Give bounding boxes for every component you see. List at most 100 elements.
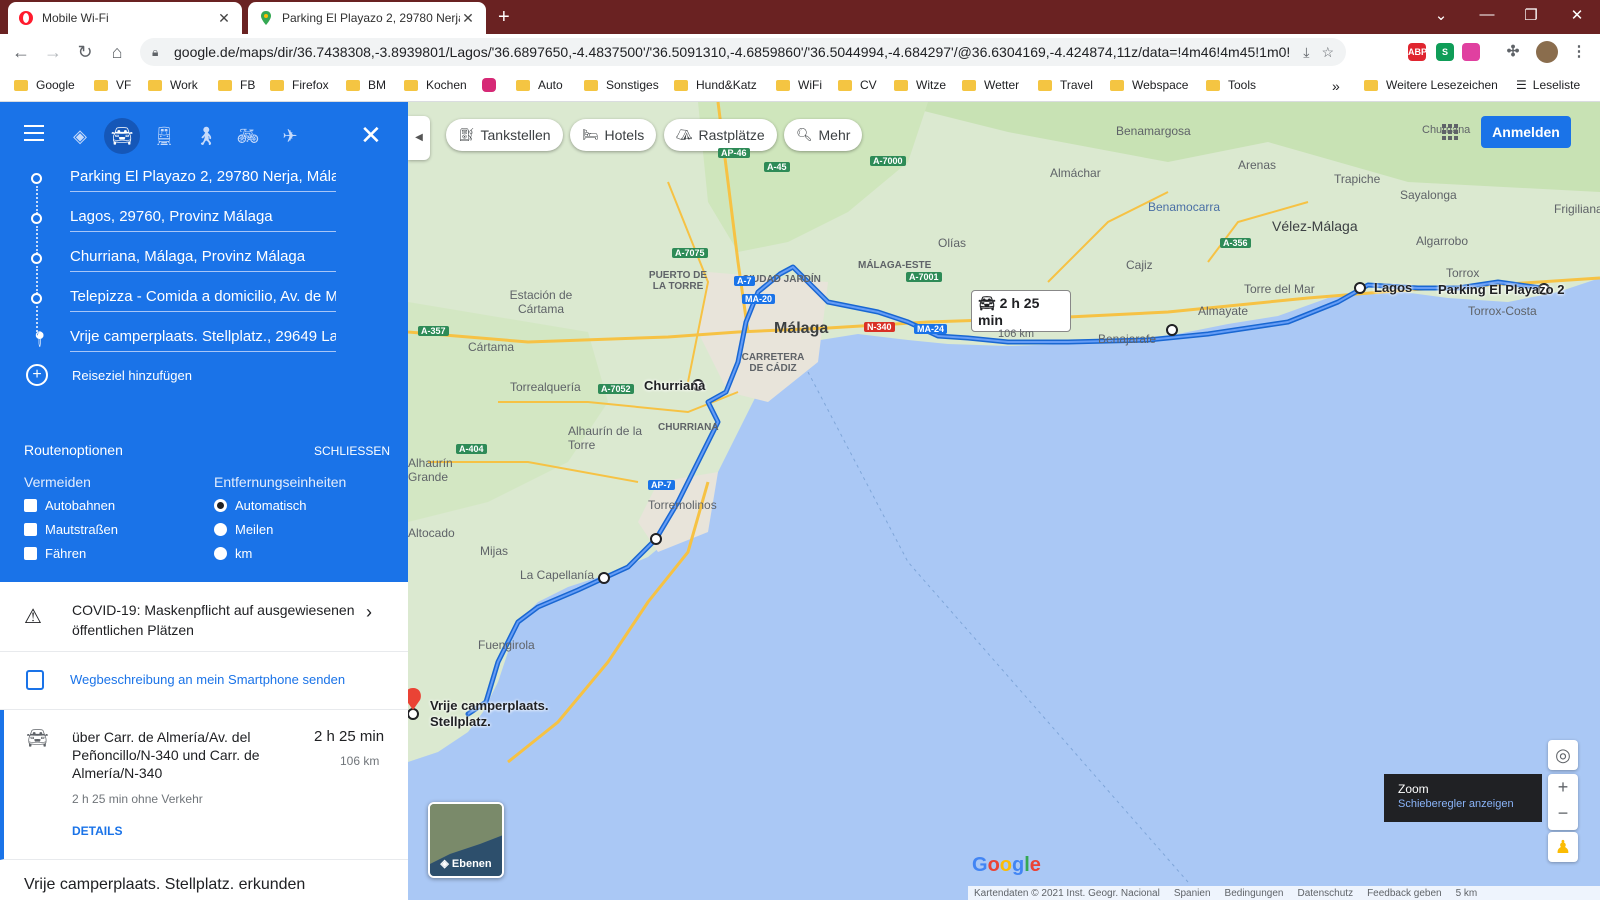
home-icon[interactable]: ⌂ bbox=[106, 41, 128, 63]
place-label: Torre del Mar bbox=[1244, 282, 1315, 296]
zoom-in-icon[interactable]: + bbox=[1548, 774, 1578, 800]
bookmark-witze[interactable]: Witze bbox=[894, 78, 946, 92]
send-to-phone[interactable]: Wegbeschreibung an mein Smartphone sende… bbox=[0, 652, 408, 710]
place-label: Olías bbox=[938, 236, 967, 250]
zoom-out-icon[interactable]: − bbox=[1548, 800, 1578, 826]
flight-icon[interactable]: ✈︎ bbox=[272, 118, 308, 154]
filter-chip-gas[interactable]: ⛽︎ Tankstellen bbox=[446, 119, 563, 151]
add-destination-button[interactable]: + Reiseziel hinzufügen bbox=[26, 364, 192, 386]
tab-mobile-wifi[interactable]: Mobile Wi-Fi ✕ bbox=[8, 2, 242, 34]
covid-notice[interactable]: ⚠︎ COVID-19: Maskenpflicht auf ausgewies… bbox=[0, 582, 408, 652]
minimize-icon[interactable]: — bbox=[1472, 6, 1502, 23]
menu-kebab-icon[interactable]: ⋮ bbox=[1570, 43, 1588, 61]
route-traffic: 2 h 25 min ohne Verkehr bbox=[72, 792, 203, 806]
map-scale[interactable]: 5 km bbox=[1456, 888, 1478, 899]
show-slider-link[interactable]: Schieberegler anzeigen bbox=[1398, 798, 1528, 810]
best-route-icon[interactable]: ◈ bbox=[62, 118, 98, 154]
bookmark-bm[interactable]: BM bbox=[346, 78, 386, 92]
bookmark-work[interactable]: Work bbox=[148, 78, 198, 92]
bookmark-hundkatz[interactable]: Hund&Katz bbox=[674, 78, 757, 92]
bookmark-vf[interactable]: VF bbox=[94, 78, 131, 92]
walk-icon[interactable]: 🚶︎ bbox=[188, 118, 224, 154]
extensions-puzzle-icon[interactable]: ✣ bbox=[1504, 43, 1522, 61]
tab-google-maps[interactable]: Parking El Playazo 2, 29780 Nerja ✕ bbox=[248, 2, 486, 34]
back-icon[interactable]: ← bbox=[10, 41, 32, 63]
footer-terms[interactable]: Bedingungen bbox=[1225, 888, 1284, 899]
send-to-phone-icon bbox=[26, 670, 44, 690]
route-time-callout[interactable]: 🚘︎ 2 h 25 min 106 km bbox=[971, 290, 1071, 340]
close-tab-icon[interactable]: ✕ bbox=[460, 10, 476, 27]
bookmark-sonstiges[interactable]: Sonstiges bbox=[584, 78, 659, 92]
other-bookmarks[interactable]: Weitere Lesezeichen bbox=[1364, 78, 1498, 92]
pegman-icon[interactable]: ♟ bbox=[1548, 832, 1578, 862]
bookmark-webspace[interactable]: Webspace bbox=[1110, 78, 1188, 92]
adblock-icon[interactable]: ABP bbox=[1408, 43, 1427, 61]
transit-icon[interactable]: 🚆︎ bbox=[146, 118, 182, 154]
forward-icon[interactable]: → bbox=[42, 41, 64, 63]
bookmarks-overflow-icon[interactable]: » bbox=[1332, 78, 1340, 94]
window-close-icon[interactable]: ✕ bbox=[1562, 6, 1592, 24]
route-options-close-button[interactable]: SCHLIESSEN bbox=[314, 444, 390, 458]
units-km-radio[interactable]: km bbox=[214, 546, 252, 561]
place-label: Cártama bbox=[468, 340, 515, 354]
install-icon[interactable]: ⤓ bbox=[1303, 44, 1309, 61]
reading-list[interactable]: ☰ Leseliste bbox=[1516, 78, 1580, 92]
menu-icon[interactable] bbox=[24, 125, 44, 145]
bed-icon: 🛏︎ bbox=[582, 127, 599, 142]
units-miles-radio[interactable]: Meilen bbox=[214, 522, 273, 537]
footer-feedback[interactable]: Feedback geben bbox=[1367, 888, 1442, 899]
road-shield: A-7075 bbox=[672, 248, 708, 258]
map-canvas[interactable]: ◀ ⛽︎ Tankstellen 🛏︎ Hotels ⛺︎ Rastplätze 🔍︎… bbox=[408, 102, 1600, 900]
waypoint-input-2[interactable]: Lagos, 29760, Provinz Málaga bbox=[70, 204, 336, 232]
district-label: MÁLAGA-ESTE bbox=[858, 260, 932, 271]
new-tab-button[interactable]: + bbox=[498, 6, 510, 28]
address-bar[interactable]: 🔒︎ google.de/maps/dir/36.7438308,-3.8939… bbox=[140, 38, 1346, 66]
add-destination-label: Reiseziel hinzufügen bbox=[72, 367, 192, 383]
tab-search-icon[interactable]: ⌄ bbox=[1426, 6, 1456, 24]
bookmark-travel[interactable]: Travel bbox=[1038, 78, 1093, 92]
bookmark-google[interactable]: Google bbox=[14, 78, 75, 92]
car-icon[interactable]: 🚘︎ bbox=[104, 118, 140, 154]
avoid-ferries-checkbox[interactable]: Fähren bbox=[24, 546, 86, 561]
lock-icon: 🔒︎ bbox=[152, 44, 159, 59]
footer-country[interactable]: Spanien bbox=[1174, 888, 1211, 899]
footer-privacy[interactable]: Datenschutz bbox=[1297, 888, 1353, 899]
filter-chip-rest-stops[interactable]: ⛺︎ Rastplätze bbox=[664, 119, 777, 151]
avatar[interactable] bbox=[1536, 41, 1558, 63]
waypoint-label-end: Vrije camperplaats. bbox=[430, 698, 549, 713]
close-directions-icon[interactable]: ✕ bbox=[360, 120, 382, 151]
waypoint-input-5[interactable]: Vrije camperplaats. Stellplatz., 29649 L… bbox=[70, 324, 336, 352]
bookmark-auto[interactable]: Auto bbox=[516, 78, 563, 92]
bookmark-star-icon[interactable]: ☆ bbox=[1321, 44, 1334, 61]
place-label: Benajarafe bbox=[1098, 332, 1157, 346]
collapse-panel-button[interactable]: ◀ bbox=[408, 116, 430, 160]
restore-icon[interactable]: ❐ bbox=[1516, 6, 1546, 24]
bookmark-firefox[interactable]: Firefox bbox=[270, 78, 329, 92]
waypoint-input-1[interactable]: Parking El Playazo 2, 29780 Nerja, Málag… bbox=[70, 164, 336, 192]
bookmark-kochen[interactable]: Kochen bbox=[404, 78, 467, 92]
waypoint-input-4[interactable]: Telepizza - Comida a domicilio, Av. de M… bbox=[70, 284, 336, 312]
waypoint-input-3[interactable]: Churriana, Málaga, Provinz Málaga bbox=[70, 244, 336, 272]
bookmark-tools[interactable]: Tools bbox=[1206, 78, 1256, 92]
filter-chip-more[interactable]: 🔍︎ Mehr bbox=[784, 119, 863, 151]
bookmark-wetter[interactable]: Wetter bbox=[962, 78, 1019, 92]
reload-icon[interactable]: ↻ bbox=[74, 41, 96, 63]
close-tab-icon[interactable]: ✕ bbox=[216, 10, 232, 27]
bookmark-wifi[interactable]: WiFi bbox=[776, 78, 822, 92]
my-location-icon[interactable]: ◎ bbox=[1548, 740, 1578, 770]
avoid-tolls-checkbox[interactable]: Mautstraßen bbox=[24, 522, 118, 537]
route-option-card[interactable]: 🚘︎ über Carr. de Almería/Av. del Peñonci… bbox=[0, 710, 408, 860]
explore-destination-heading: Vrije camperplaats. Stellplatz. erkunden bbox=[24, 876, 306, 893]
avoid-highways-checkbox[interactable]: Autobahnen bbox=[24, 498, 115, 513]
bookmark-cv[interactable]: CV bbox=[838, 78, 877, 92]
extension-pink-icon[interactable] bbox=[1462, 43, 1480, 61]
units-automatic-radio[interactable]: Automatisch bbox=[214, 498, 307, 513]
bicycle-icon[interactable]: 🚲︎ bbox=[230, 118, 266, 154]
details-link[interactable]: DETAILS bbox=[72, 824, 122, 838]
sign-in-button[interactable]: Anmelden bbox=[1481, 116, 1571, 148]
bookmark-instagram[interactable] bbox=[482, 78, 504, 92]
bookmark-fb[interactable]: FB bbox=[218, 78, 255, 92]
filter-chip-hotels[interactable]: 🛏︎ Hotels bbox=[570, 119, 657, 151]
extension-s-icon[interactable]: S bbox=[1436, 43, 1454, 61]
layers-button[interactable]: ◈ Ebenen bbox=[428, 802, 504, 878]
